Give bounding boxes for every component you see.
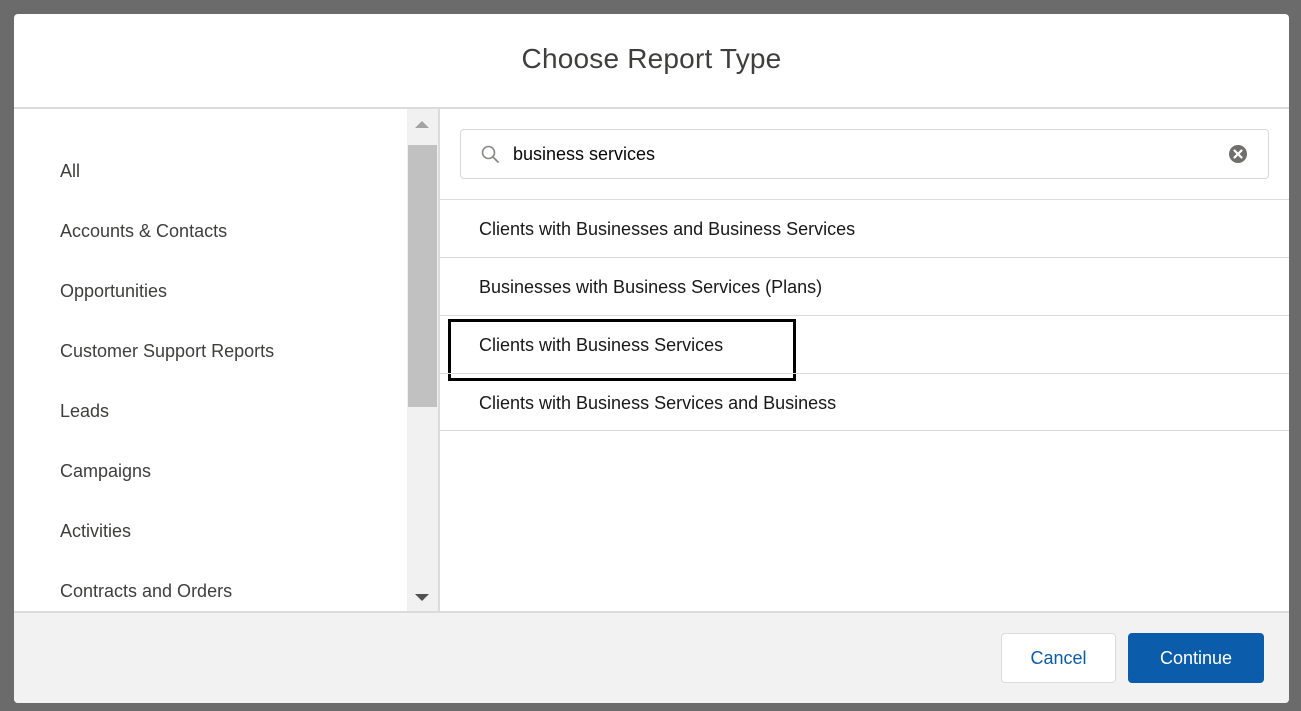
sidebar-item-campaigns[interactable]: Campaigns xyxy=(60,461,151,482)
result-label: Clients with Businesses and Business Ser… xyxy=(479,219,856,239)
result-list: Clients with Businesses and Business Ser… xyxy=(440,199,1289,431)
scrollbar-thumb[interactable] xyxy=(408,145,437,407)
sidebar-item-leads[interactable]: Leads xyxy=(60,401,109,422)
sidebar-item-contracts-orders[interactable]: Contracts and Orders xyxy=(60,581,232,602)
scroll-up-arrow-icon[interactable] xyxy=(415,121,429,128)
sidebar-scrollbar[interactable] xyxy=(407,109,438,611)
cancel-button[interactable]: Cancel xyxy=(1001,633,1116,683)
modal-header: Choose Report Type xyxy=(14,14,1289,109)
sidebar-item-all[interactable]: All xyxy=(60,161,80,182)
search-box[interactable] xyxy=(460,129,1269,179)
sidebar-item-opportunities[interactable]: Opportunities xyxy=(60,281,167,302)
sidebar-item-activities[interactable]: Activities xyxy=(60,521,131,542)
clear-icon[interactable] xyxy=(1228,144,1248,164)
modal-body: All Accounts & Contacts Opportunities Cu… xyxy=(14,109,1289,611)
category-sidebar: All Accounts & Contacts Opportunities Cu… xyxy=(14,109,407,611)
result-row[interactable]: Clients with Businesses and Business Ser… xyxy=(440,199,1289,257)
result-label: Businesses with Business Services (Plans… xyxy=(479,277,823,297)
result-label: Clients with Business Services xyxy=(479,335,724,355)
results-panel: Clients with Businesses and Business Ser… xyxy=(440,109,1289,611)
continue-button[interactable]: Continue xyxy=(1128,633,1264,683)
scroll-down-arrow-icon[interactable] xyxy=(415,594,429,601)
sidebar-item-accounts-contacts[interactable]: Accounts & Contacts xyxy=(60,221,227,242)
modal-footer: Cancel Continue xyxy=(14,611,1289,703)
result-label: Clients with Business Services and Busin… xyxy=(479,393,837,413)
modal-title: Choose Report Type xyxy=(521,42,782,74)
choose-report-type-modal: Choose Report Type All Accounts & Contac… xyxy=(14,14,1289,703)
result-row[interactable]: Clients with Business Services and Busin… xyxy=(440,373,1289,431)
sidebar-item-customer-support-reports[interactable]: Customer Support Reports xyxy=(60,341,274,362)
result-row-highlighted[interactable]: Clients with Business Services xyxy=(440,315,1289,381)
search-icon xyxy=(481,145,499,163)
search-input[interactable] xyxy=(513,140,1213,168)
result-row[interactable]: Businesses with Business Services (Plans… xyxy=(440,257,1289,315)
